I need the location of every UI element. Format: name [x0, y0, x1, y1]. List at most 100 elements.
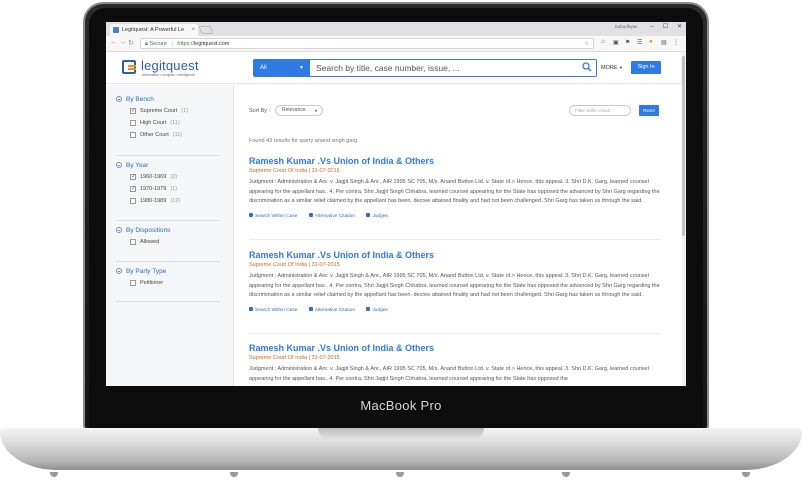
- search-category-select[interactable]: All ▼: [254, 60, 310, 76]
- checkbox[interactable]: [130, 280, 136, 286]
- extension-icon[interactable]: ⚑: [625, 39, 630, 46]
- checkbox[interactable]: [130, 183, 136, 195]
- alternative-citation-link[interactable]: Alternative Citation: [308, 306, 355, 313]
- search-category-value: All: [260, 65, 267, 71]
- caret-down-icon: ▼: [299, 65, 304, 71]
- filter-input[interactable]: Filter within result: [569, 105, 631, 116]
- url-scheme: https://: [177, 41, 194, 47]
- laptop-feet: [50, 472, 750, 478]
- logo-text[interactable]: legitquest: [141, 58, 199, 73]
- divider: [249, 239, 661, 240]
- facet-option[interactable]: 1970-1979(1): [116, 183, 224, 195]
- checkbox[interactable]: [130, 239, 136, 245]
- reload-icon[interactable]: ↻: [128, 39, 134, 47]
- extension-icon[interactable]: ▤: [661, 39, 667, 46]
- facet-option[interactable]: Other Court (11): [116, 129, 224, 141]
- window-controls: Subodhyav – ☐ ✕: [615, 23, 682, 31]
- caret-down-icon: ▼: [314, 108, 318, 113]
- bookmark-star-icon[interactable]: ☆: [584, 39, 589, 49]
- result-court: Supreme Court Of India | 31-07-2015: [249, 168, 340, 174]
- search-within-case-link[interactable]: Search Within Case: [249, 306, 297, 313]
- facet-year: By Year 1960-1969(2) 1970-1979(1) 1980-1…: [116, 161, 224, 207]
- divider: [116, 261, 220, 262]
- facet-option[interactable]: 1980-1989 (12): [116, 195, 224, 207]
- forward-icon[interactable]: →: [119, 39, 126, 46]
- more-menu[interactable]: MORE ▼: [601, 65, 623, 71]
- reset-button[interactable]: Reset: [639, 105, 659, 116]
- url-host: legitquest.com: [193, 41, 230, 47]
- search-group: All ▼ Search by title, case number, issu…: [253, 59, 597, 77]
- checkbox[interactable]: [130, 198, 136, 204]
- result-actions: Search Within Case Alternative Citation …: [249, 306, 661, 315]
- result-title-link[interactable]: Ramesh Kumar .Vs Union of India & Others: [249, 249, 661, 261]
- profile-name[interactable]: Subodhyav: [615, 24, 638, 29]
- extension-icon[interactable]: ▣: [613, 39, 619, 46]
- facet-option[interactable]: Allowed: [116, 236, 224, 248]
- facet-option[interactable]: Petitioner: [116, 277, 224, 289]
- filter-sidebar: By Bench Supreme Court(1) High Court(11)…: [106, 85, 234, 386]
- facet-party-type: By Party Type Petitioner: [116, 267, 224, 289]
- extension-icon[interactable]: ☰: [637, 39, 642, 46]
- checkbox[interactable]: [130, 120, 136, 126]
- facet-title[interactable]: By Party Type: [116, 267, 224, 277]
- judges-link[interactable]: Judges: [366, 306, 388, 313]
- search-within-case-link[interactable]: Search Within Case: [249, 212, 297, 219]
- signin-button[interactable]: Sign In: [631, 61, 661, 74]
- facet-option[interactable]: 1960-1969(2): [116, 171, 224, 183]
- result-court: Supreme Court Of India | 31-07-2015: [249, 262, 340, 268]
- collapse-icon[interactable]: [116, 96, 122, 102]
- scrollbar-thumb[interactable]: [682, 56, 685, 236]
- divider: [116, 301, 220, 302]
- extension-icon[interactable]: ⌂: [601, 39, 605, 45]
- facet-option[interactable]: High Court (11): [116, 117, 224, 129]
- back-icon[interactable]: ←: [110, 39, 117, 46]
- checkbox[interactable]: [130, 105, 136, 117]
- result-court: Supreme Court Of India | 31-07-2015: [249, 355, 340, 361]
- logo-tagline: information • insights • intelligence: [142, 73, 196, 77]
- document-icon: [308, 306, 313, 311]
- collapse-icon[interactable]: [116, 162, 122, 168]
- facet-option[interactable]: Supreme Court(1): [116, 105, 224, 117]
- collapse-icon[interactable]: [116, 268, 122, 274]
- browser-window: Legitquest: A Powerful Le × Subodhyav – …: [106, 22, 686, 386]
- laptop-frame: MacBook Pro Legitquest: A Powerful Le × …: [0, 0, 802, 492]
- result-item: Ramesh Kumar .Vs Union of India & Others…: [249, 342, 661, 384]
- logo-icon[interactable]: [122, 60, 136, 74]
- collapse-icon[interactable]: [116, 227, 122, 233]
- alternative-citation-link[interactable]: Alternative Citation: [308, 212, 355, 219]
- extension-icon[interactable]: ●: [649, 39, 653, 45]
- new-tab-button[interactable]: [198, 26, 214, 34]
- device-brand: MacBook Pro: [360, 398, 442, 413]
- result-title-link[interactable]: Ramesh Kumar .Vs Union of India & Others: [249, 342, 661, 354]
- sort-select[interactable]: Relevance ▼: [275, 105, 323, 116]
- tab-title: Legitquest: A Powerful Le: [122, 27, 185, 33]
- laptop-notch: [318, 428, 484, 440]
- maximize-icon[interactable]: ☐: [663, 23, 668, 30]
- people-icon: [366, 306, 371, 311]
- result-snippet: Judgment : Administration & Anr. v. Jagj…: [249, 179, 660, 204]
- close-tab-icon[interactable]: ×: [191, 24, 195, 36]
- sort-label: Sort By :: [249, 108, 271, 114]
- close-window-icon[interactable]: ✕: [677, 23, 682, 30]
- facet-title[interactable]: By Bench: [116, 95, 224, 105]
- facet-title[interactable]: By Dispositions: [116, 226, 224, 236]
- search-icon[interactable]: [582, 62, 592, 72]
- facet-dispositions: By Dispositions Allowed: [116, 226, 224, 248]
- menu-icon[interactable]: ⋮: [673, 39, 679, 46]
- facet-title[interactable]: By Year: [116, 161, 224, 171]
- site-header: legitquest information • insights • inte…: [106, 52, 682, 84]
- search-icon: [249, 306, 253, 311]
- address-input[interactable]: 🔒︎ Secure | https://legitquest.com ☆: [140, 38, 594, 49]
- checkbox[interactable]: [130, 171, 136, 183]
- checkbox[interactable]: [130, 132, 136, 138]
- judges-link[interactable]: Judges: [366, 212, 388, 219]
- divider: [249, 333, 661, 334]
- results-count: Found 43 results for query anand singh g…: [249, 138, 358, 144]
- result-snippet: Judgment : Administration & Anr. v. Jagj…: [249, 273, 660, 298]
- result-title-link[interactable]: Ramesh Kumar .Vs Union of India & Others: [249, 155, 661, 167]
- search-input[interactable]: Search by title, case number, issue, ...: [316, 60, 576, 76]
- result-actions: Search Within Case Alternative Citation …: [249, 212, 661, 221]
- minimize-icon[interactable]: –: [650, 24, 653, 30]
- browser-tab[interactable]: Legitquest: A Powerful Le ×: [110, 24, 198, 36]
- result-item: Ramesh Kumar .Vs Union of India & Others…: [249, 155, 661, 221]
